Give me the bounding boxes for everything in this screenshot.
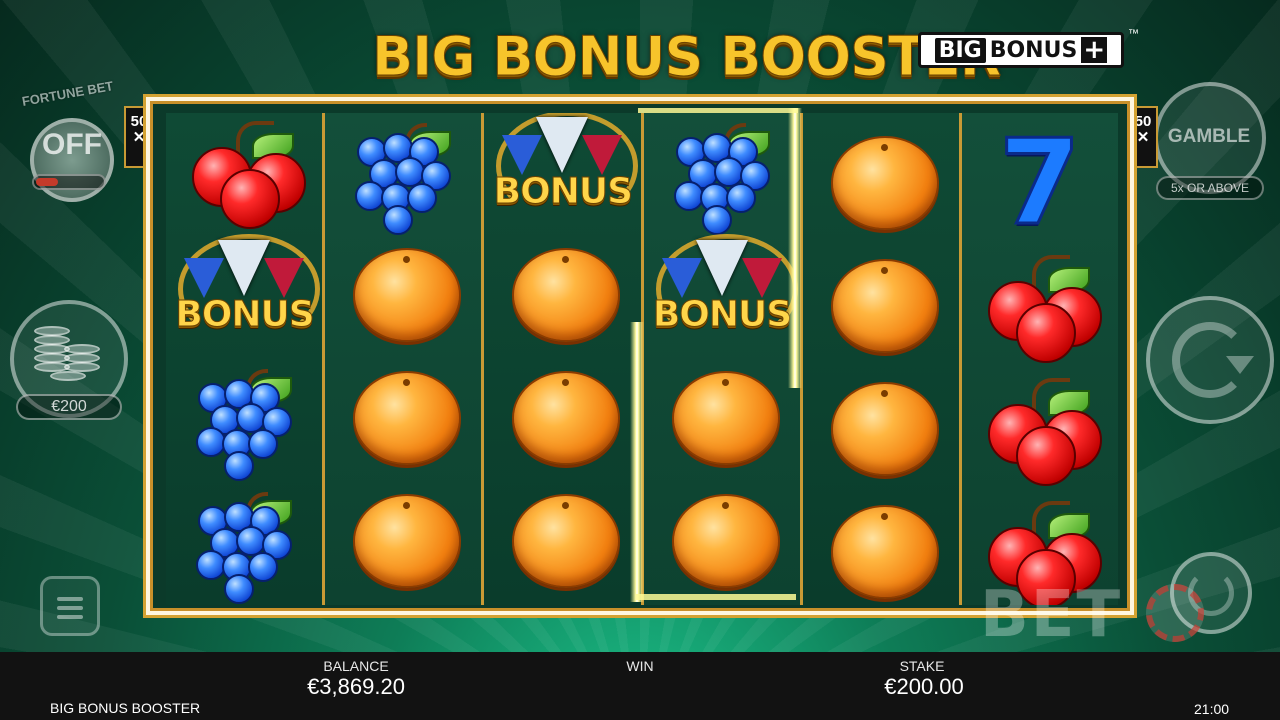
menu-icon [57,597,83,601]
orange-icon [512,248,621,342]
orange-symbol [484,359,640,482]
fortune-bet-state: OFF [42,128,102,161]
orange-symbol [644,359,800,482]
grapes-symbol [644,113,800,236]
stake-label: STAKE [899,658,945,674]
grapes-symbol [166,359,322,482]
fortune-bet-label: FORTUNE BET [20,78,115,109]
bonus-symbol-text: BONUS [175,294,315,336]
game-title: BIG BONUS BOOSTER [372,25,1002,89]
orange-icon [830,382,939,476]
watermark: BET [980,578,1123,652]
orange-symbol [803,493,959,605]
orange-icon [512,494,621,588]
orange-icon [830,505,939,599]
stake-button-value: €200 [16,394,122,420]
bonus-symbol-text: BONUS [652,294,792,336]
cherries-symbol [166,113,322,236]
orange-icon [353,494,462,588]
orange-symbol [644,482,800,605]
seven-symbol: 7 [962,113,1118,251]
footer-game-name: BIG BONUS BOOSTER [50,700,201,716]
orange-icon [671,494,780,588]
orange-icon [830,136,939,230]
badge-big-text: BIG [934,37,986,63]
orange-icon [353,248,462,342]
grapes-symbol [166,482,322,605]
badge-plus-icon: + [1081,37,1108,63]
reel-1: BONUS [166,113,326,605]
reel-4: BONUS [643,113,803,605]
seven-symbol-text: 7 [997,113,1082,251]
spin-arrowhead-icon [1226,356,1254,374]
orange-symbol [325,359,481,482]
trademark-symbol: ™ [1128,28,1139,40]
orange-icon [830,259,939,353]
cherries-symbol [962,247,1118,370]
badge-bonus-text: BONUS [989,37,1078,63]
orange-symbol [484,482,640,605]
grapes-symbol [325,113,481,236]
orange-symbol [803,370,959,493]
bonus-symbol: BONUS [166,234,322,359]
menu-button[interactable] [40,576,100,636]
stake-value: €200.00 [884,674,964,699]
clock: 21:00 [1194,701,1230,717]
reel-5 [802,113,962,605]
reel-2 [325,113,485,605]
orange-icon [512,371,621,465]
orange-symbol [803,113,959,124]
watermark-chip-icon [1146,584,1204,642]
fortune-bet-switch[interactable] [32,174,106,190]
win-label: WIN [626,658,654,674]
orange-symbol [325,236,481,359]
orange-icon [353,371,462,465]
reel-3: BONUS [484,113,644,605]
bonus-symbol-text: BONUS [493,171,633,213]
orange-symbol [325,482,481,605]
cherries-symbol [962,370,1118,493]
orange-symbol [803,247,959,370]
gamble-sub-label: 5x OR ABOVE [1156,176,1264,200]
orange-symbol [803,124,959,247]
orange-symbol [484,236,640,359]
reel-frame: BONUS BONUS BONUS 7 [146,97,1134,615]
orange-icon [671,371,780,465]
gamble-label: GAMBLE [1167,126,1251,147]
balance-label: BALANCE [323,658,389,674]
coins-icon [34,326,104,386]
bonus-symbol: BONUS [644,234,800,359]
reel-6: 7 [961,113,1119,605]
reels-grid: BONUS BONUS BONUS 7 [166,113,1119,605]
big-bonus-plus-badge: BIG BONUS + [918,32,1124,68]
bonus-symbol: BONUS [484,113,640,236]
balance-value: €3,869.20 [307,674,405,699]
